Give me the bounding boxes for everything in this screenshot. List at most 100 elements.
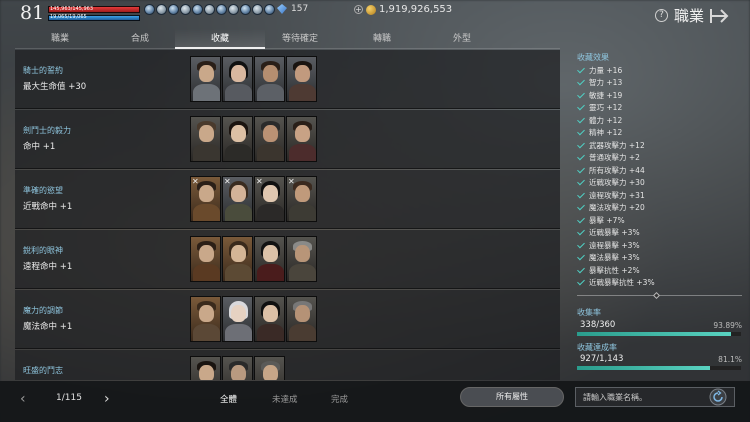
refresh-search-icon[interactable] <box>708 388 728 406</box>
collection-effect: 遠程命中 +1 <box>23 262 73 272</box>
page-indicator: 1/115 <box>56 393 82 403</box>
collection-row[interactable]: 銳利的眼神 遠程命中 +1 <box>15 230 560 289</box>
class-card[interactable] <box>190 56 221 102</box>
collection-row[interactable]: 準確的慾望 近戰命中 +1 ✕ ✕ ✕ ✕ <box>15 170 560 229</box>
class-card[interactable] <box>254 116 285 162</box>
check-icon <box>577 241 586 250</box>
class-card[interactable] <box>254 56 285 102</box>
collect-rate-percent: 93.89% <box>713 321 742 330</box>
check-icon <box>577 153 586 162</box>
class-card[interactable]: ✕ <box>190 176 221 222</box>
exit-icon[interactable] <box>708 6 732 26</box>
check-icon <box>577 128 586 137</box>
check-icon <box>577 266 586 275</box>
collection-name: 騎士的誓約 <box>23 66 63 75</box>
buff-icon[interactable] <box>228 4 239 15</box>
help-icon[interactable]: ? <box>655 9 668 22</box>
buff-icon[interactable] <box>180 4 191 15</box>
check-icon <box>577 91 586 100</box>
complete-rate-percent: 81.1% <box>718 355 742 364</box>
collection-row[interactable]: 劍鬥士的毅力 命中 +1 <box>15 110 560 169</box>
class-card[interactable] <box>254 296 285 342</box>
next-page-icon[interactable]: › <box>104 391 110 407</box>
check-icon <box>577 191 586 200</box>
class-card[interactable]: ✕ <box>222 176 253 222</box>
class-card[interactable] <box>190 236 221 282</box>
check-icon <box>577 228 586 237</box>
filter-complete[interactable]: 完成 <box>331 393 348 405</box>
check-icon <box>577 166 586 175</box>
class-card[interactable]: ✕ <box>254 176 285 222</box>
filter-incomplete[interactable]: 未達成 <box>272 393 298 405</box>
tab-pending[interactable]: 等待確定 <box>255 29 345 49</box>
buff-icon[interactable] <box>252 4 263 15</box>
class-card[interactable] <box>286 116 317 162</box>
class-card[interactable] <box>222 56 253 102</box>
collection-effect: 魔法命中 +1 <box>23 322 73 332</box>
tab-class-change[interactable]: 轉職 <box>337 29 427 49</box>
class-card[interactable] <box>190 296 221 342</box>
stat-item: 魔法暴擊 +3% <box>577 252 742 265</box>
collection-row[interactable]: 騎士的誓約 最大生命值 +30 <box>15 50 560 109</box>
collect-rate-bar <box>577 332 741 336</box>
buff-icon[interactable] <box>168 4 179 15</box>
crystal-icon <box>277 4 287 14</box>
tab-bar: 職業 合成 收藏 等待確定 轉職 外型 <box>15 29 560 49</box>
stat-item: 精神 +12 <box>577 127 742 140</box>
class-card[interactable] <box>286 236 317 282</box>
player-level: 81 <box>20 2 45 24</box>
collection-row[interactable]: 魔力的調節 魔法命中 +1 <box>15 290 560 349</box>
stat-item: 遠程攻擊力 +31 <box>577 189 742 202</box>
mp-text: 19,065/19,065 <box>50 14 87 20</box>
status-bar: 81 145,963/145,963 19,065/19,065 157 + 1… <box>0 0 750 30</box>
stat-item: 暴擊 +7% <box>577 214 742 227</box>
stat-item: 所有攻擊力 +44 <box>577 164 742 177</box>
card-group <box>190 356 285 380</box>
buff-icon[interactable] <box>204 4 215 15</box>
divider-ornament <box>652 291 661 300</box>
gold-coin-icon <box>366 4 376 15</box>
class-card[interactable] <box>286 296 317 342</box>
buff-icon[interactable] <box>216 4 227 15</box>
stat-item: 魔法攻擊力 +20 <box>577 202 742 215</box>
hp-text: 145,963/145,963 <box>50 6 94 12</box>
class-card[interactable] <box>222 296 253 342</box>
buff-icon[interactable] <box>192 4 203 15</box>
class-card[interactable] <box>254 356 285 380</box>
collection-row[interactable]: 旺盛的鬥志 <box>15 350 560 380</box>
class-card[interactable] <box>222 236 253 282</box>
gold-amount: 1,919,926,553 <box>379 4 453 15</box>
tab-appearance[interactable]: 外型 <box>417 29 507 49</box>
tab-synthesis[interactable]: 合成 <box>95 29 185 49</box>
add-gold-icon[interactable]: + <box>354 5 363 14</box>
stat-item: 近戰暴擊抗性 +3% <box>577 277 742 290</box>
class-card[interactable] <box>286 56 317 102</box>
class-card[interactable] <box>254 236 285 282</box>
all-attributes-button[interactable]: 所有屬性 <box>460 387 564 407</box>
filter-all[interactable]: 全體 <box>220 393 237 405</box>
collection-effect: 最大生命值 +30 <box>23 82 87 92</box>
collection-name: 劍鬥士的毅力 <box>23 126 71 135</box>
class-card[interactable] <box>222 116 253 162</box>
buff-icon[interactable] <box>156 4 167 15</box>
stat-list: 力量 +16 智力 +13 敏捷 +19 靈巧 +12 體力 +12 精神 +1… <box>577 64 742 289</box>
class-card[interactable] <box>190 116 221 162</box>
tab-collection[interactable]: 收藏 <box>175 29 265 49</box>
gold-currency: + 1,919,926,553 <box>354 4 452 15</box>
stat-item: 普通攻擊力 +2 <box>577 152 742 165</box>
prev-page-icon[interactable]: ‹ <box>20 391 26 407</box>
card-group <box>190 56 317 102</box>
class-card[interactable] <box>190 356 221 380</box>
buff-icon[interactable] <box>144 4 155 15</box>
buff-icon[interactable] <box>264 4 275 15</box>
check-icon <box>577 66 586 75</box>
class-card[interactable]: ✕ <box>286 176 317 222</box>
tab-class[interactable]: 職業 <box>15 29 105 49</box>
crystal-count: 157 <box>291 4 309 14</box>
check-icon <box>577 78 586 87</box>
class-card[interactable] <box>222 356 253 380</box>
check-icon <box>577 253 586 262</box>
buff-icon[interactable] <box>240 4 251 15</box>
stat-item: 敏捷 +19 <box>577 89 742 102</box>
check-icon <box>577 278 586 287</box>
